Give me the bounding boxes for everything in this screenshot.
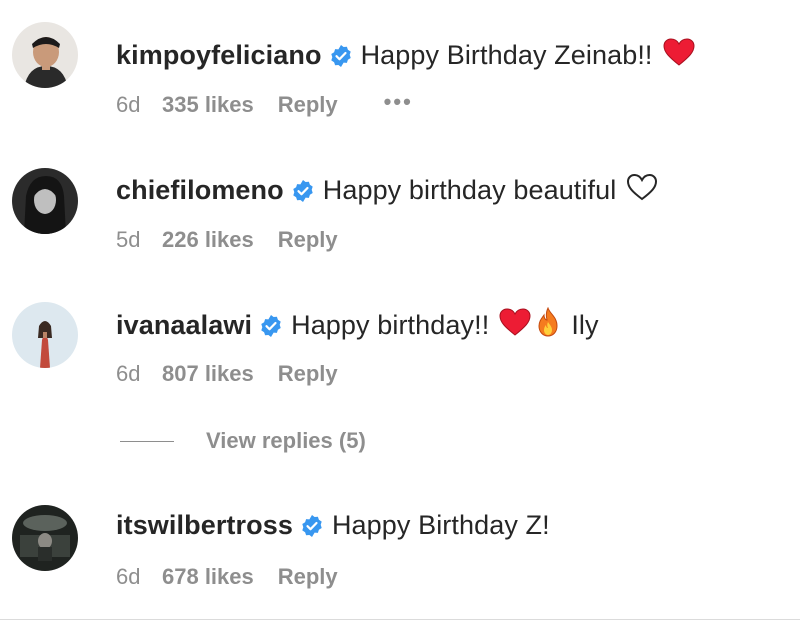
username[interactable]: kimpoyfeliciano (116, 40, 322, 71)
avatar[interactable] (12, 302, 78, 368)
reply-button[interactable]: Reply (278, 92, 338, 118)
comments-panel: kimpoyfeliciano Happy Birthday Zeinab!! … (0, 0, 800, 628)
verified-badge-icon (259, 314, 283, 338)
red-heart-icon (663, 38, 695, 73)
likes-count[interactable]: 335 likes (162, 92, 254, 118)
comment-time: 6d (116, 564, 141, 589)
more-options-icon[interactable]: ••• (384, 89, 413, 115)
avatar[interactable] (12, 22, 78, 88)
reply-button[interactable]: Reply (278, 227, 338, 253)
comment-time: 6d (116, 92, 141, 117)
likes-count[interactable]: 226 likes (162, 227, 254, 253)
avatar[interactable] (12, 168, 78, 234)
comment-time: 6d (116, 361, 141, 386)
fire-icon (535, 306, 561, 344)
verified-badge-icon (291, 179, 315, 203)
comment-time: 5d (116, 227, 141, 252)
divider (0, 619, 800, 620)
username[interactable]: itswilbertross (116, 510, 293, 541)
comment-text: Happy Birthday Z! (331, 510, 550, 540)
reply-button[interactable]: Reply (278, 564, 338, 590)
avatar[interactable] (12, 505, 78, 571)
comment-text: Happy birthday beautiful (322, 175, 617, 205)
verified-badge-icon (329, 44, 353, 68)
username[interactable]: chiefilomeno (116, 175, 284, 206)
white-heart-icon (626, 173, 658, 208)
likes-count[interactable]: 678 likes (162, 564, 254, 590)
reply-button[interactable]: Reply (278, 361, 338, 387)
comment-text-suffix: Ily (571, 310, 599, 340)
username[interactable]: ivanaalawi (116, 310, 252, 341)
comment-text: Happy Birthday Zeinab!! (360, 40, 653, 70)
view-replies-label: View replies (5) (206, 428, 366, 453)
red-heart-icon (499, 308, 531, 343)
divider (120, 440, 174, 442)
comment-text: Happy birthday!! (291, 310, 490, 340)
likes-count[interactable]: 807 likes (162, 361, 254, 387)
view-replies-button[interactable]: View replies (5) (120, 428, 366, 454)
verified-badge-icon (300, 514, 324, 538)
